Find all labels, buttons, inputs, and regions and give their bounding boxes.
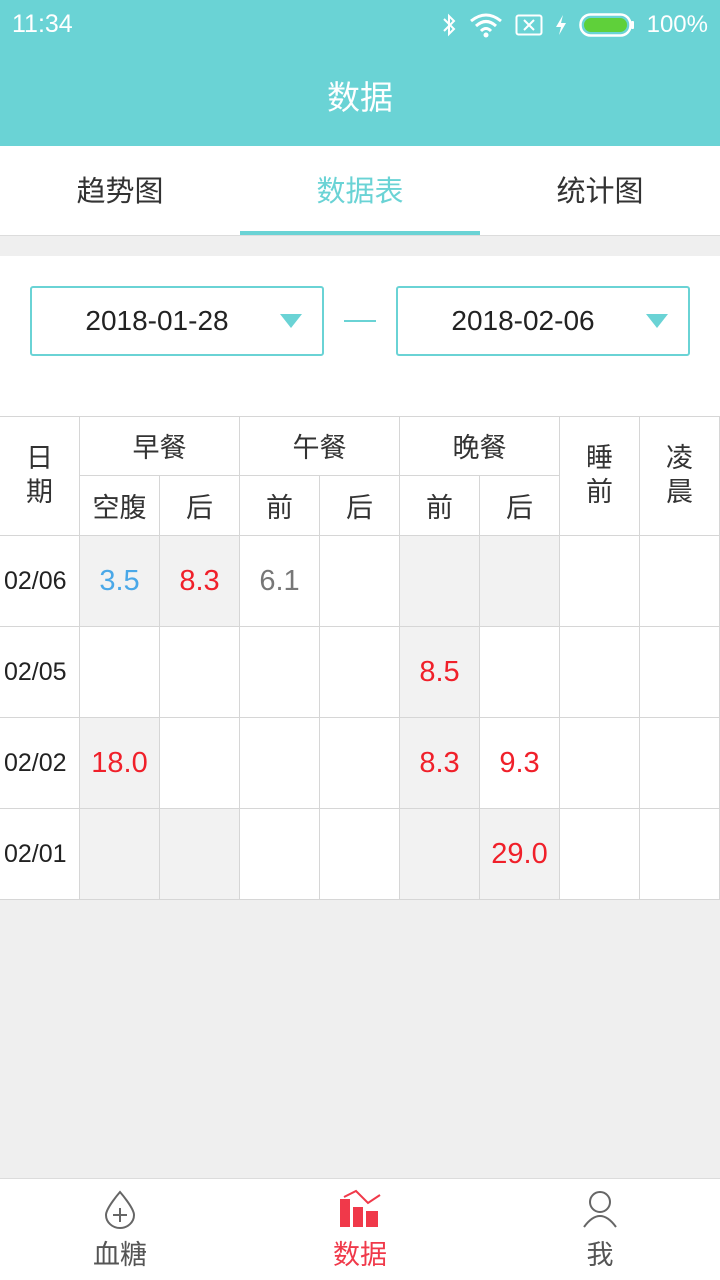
header-dinner: 晚餐 — [400, 416, 560, 476]
table-cell[interactable] — [160, 627, 240, 718]
header-fasting: 空腹 — [80, 476, 160, 536]
table-cell[interactable]: 3.5 — [80, 536, 160, 627]
no-sim-icon — [515, 14, 543, 36]
table-cell[interactable] — [640, 809, 720, 900]
header-date: 日 期 — [0, 416, 80, 536]
table-cell[interactable] — [640, 718, 720, 809]
battery-percent: 100% — [646, 11, 708, 38]
table-cell[interactable] — [240, 809, 320, 900]
table-cell[interactable]: 18.0 — [80, 718, 160, 809]
tab-statistics-chart[interactable]: 统计图 — [480, 146, 720, 236]
row-date: 02/06 — [0, 536, 80, 627]
table-cell[interactable]: 8.5 — [400, 627, 480, 718]
header-early-morning: 凌 晨 — [640, 416, 720, 536]
table-cell[interactable] — [320, 627, 400, 718]
table-cell[interactable]: 8.3 — [400, 718, 480, 809]
nav-item-data[interactable]: 数据 — [240, 1179, 480, 1280]
date-range-panel: 2018-01-28 2018-02-06 — [0, 256, 720, 416]
active-tab-indicator — [240, 231, 480, 235]
chevron-down-icon — [646, 314, 668, 328]
table-cell[interactable] — [160, 809, 240, 900]
blood-drop-icon — [104, 1190, 136, 1229]
data-table: 日 期 早餐 午餐 晚餐 睡 前 凌 晨 空腹 后 前 后 前 后 02/06 … — [0, 416, 720, 900]
table-cell[interactable]: 6.1 — [240, 536, 320, 627]
header-lunch-before: 前 — [240, 476, 320, 536]
header-lunch: 午餐 — [240, 416, 400, 476]
bluetooth-icon — [442, 13, 456, 37]
table-cell[interactable] — [560, 627, 640, 718]
bottom-nav: 血糖 数据 我 — [0, 1178, 720, 1280]
table-cell[interactable] — [240, 627, 320, 718]
start-date-value: 2018-01-28 — [85, 305, 229, 336]
tab-data-table[interactable]: 数据表 — [240, 146, 480, 236]
table-cell[interactable] — [400, 536, 480, 627]
status-icons: 100% — [441, 8, 708, 42]
table-cell[interactable] — [400, 809, 480, 900]
bar-chart-icon — [340, 1189, 381, 1227]
start-date-select[interactable]: 2018-01-28 — [30, 286, 324, 356]
date-range-separator — [344, 320, 376, 322]
header-before-sleep: 睡 前 — [560, 416, 640, 536]
header-breakfast-after: 后 — [160, 476, 240, 536]
person-icon — [583, 1191, 617, 1228]
nav-label: 我 — [586, 1240, 614, 1271]
table-cell[interactable] — [80, 809, 160, 900]
table-cell[interactable] — [480, 536, 560, 627]
end-date-value: 2018-02-06 — [451, 305, 595, 336]
header-breakfast: 早餐 — [80, 416, 240, 476]
table-cell[interactable]: 29.0 — [480, 809, 560, 900]
battery-icon — [578, 13, 634, 37]
table-cell[interactable] — [320, 718, 400, 809]
table-cell[interactable] — [160, 718, 240, 809]
header-lunch-after: 后 — [320, 476, 400, 536]
table-cell[interactable] — [240, 718, 320, 809]
table-cell[interactable] — [560, 536, 640, 627]
table-cell[interactable] — [480, 627, 560, 718]
nav-label: 数据 — [333, 1240, 387, 1271]
tab-bar: 趋势图 数据表 统计图 — [0, 146, 720, 236]
table-cell[interactable] — [640, 536, 720, 627]
status-time: 11:34 — [12, 10, 73, 38]
table-cell[interactable] — [320, 536, 400, 627]
nav-label: 血糖 — [93, 1240, 147, 1271]
table-cell[interactable] — [320, 809, 400, 900]
wifi-icon — [469, 13, 502, 38]
table-cell[interactable] — [560, 809, 640, 900]
status-bar: 11:34 100% — [0, 0, 720, 50]
table-cell[interactable] — [80, 627, 160, 718]
header-dinner-after: 后 — [480, 476, 560, 536]
row-date: 02/05 — [0, 627, 80, 718]
charging-icon — [555, 15, 566, 35]
row-date: 02/02 — [0, 718, 80, 809]
table-cell[interactable]: 8.3 — [160, 536, 240, 627]
table-cell[interactable] — [640, 627, 720, 718]
page-title: 数据 — [327, 78, 393, 117]
table-cell[interactable]: 9.3 — [480, 718, 560, 809]
app-header: 数据 — [0, 50, 720, 146]
nav-item-me[interactable]: 我 — [480, 1179, 720, 1280]
end-date-select[interactable]: 2018-02-06 — [396, 286, 690, 356]
chevron-down-icon — [280, 314, 302, 328]
table-cell[interactable] — [560, 718, 640, 809]
tab-trend-chart[interactable]: 趋势图 — [0, 146, 240, 236]
nav-item-blood-sugar[interactable]: 血糖 — [0, 1179, 240, 1280]
row-date: 02/01 — [0, 809, 80, 900]
header-dinner-before: 前 — [400, 476, 480, 536]
